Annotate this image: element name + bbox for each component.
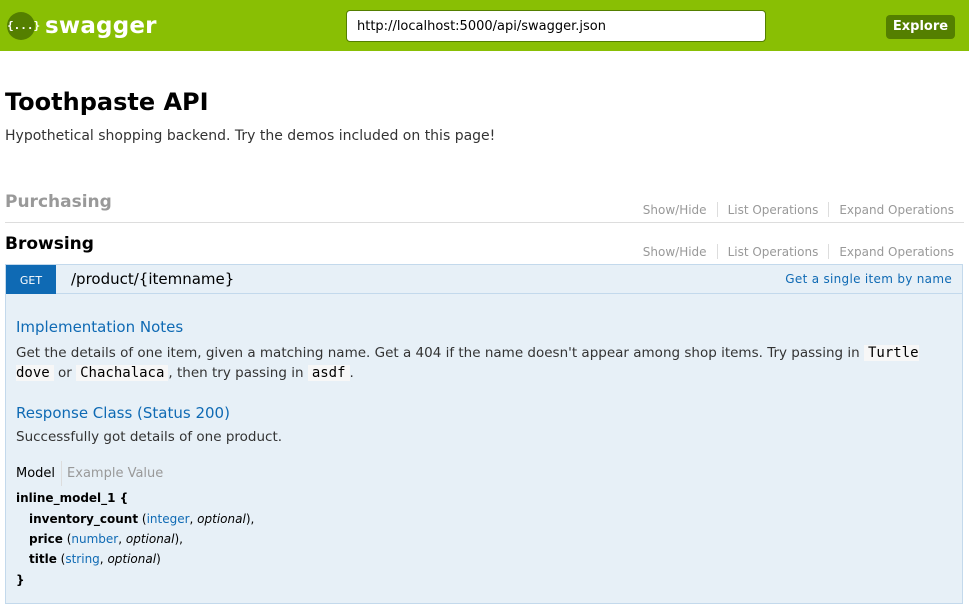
section-title[interactable]: Purchasing [5, 192, 112, 212]
top-bar: {...} swagger Explore [0, 0, 969, 51]
tab-divider [61, 461, 63, 486]
show-hide-link[interactable]: Show/Hide [643, 203, 707, 217]
api-description: Hypothetical shopping backend. Try the d… [5, 128, 496, 144]
implementation-notes-text: Get the details of one item, given a mat… [16, 345, 919, 381]
response-description: Successfully got details of one product. [16, 429, 283, 445]
section-actions: Show/Hide List Operations Expand Operati… [643, 202, 954, 217]
operation-path[interactable]: /product/{itemname} [71, 270, 234, 288]
divider [828, 202, 830, 217]
logo-text: swagger [45, 13, 157, 39]
tab-model[interactable]: Model [16, 466, 55, 481]
tab-example-value[interactable]: Example Value [67, 466, 163, 481]
model-property: inventory_count (integer, optional), [29, 512, 255, 526]
show-hide-link[interactable]: Show/Hide [643, 245, 707, 259]
explore-button[interactable]: Explore [886, 15, 955, 39]
response-class-heading: Response Class (Status 200) [16, 404, 230, 422]
api-title: Toothpaste API [5, 88, 209, 116]
implementation-notes-heading: Implementation Notes [16, 318, 184, 336]
http-method-badge[interactable]: GET [6, 265, 56, 294]
operation-get-product: GET /product/{itemname} Get a single ite… [5, 264, 963, 604]
expand-operations-link[interactable]: Expand Operations [839, 245, 954, 259]
operation-heading[interactable]: GET /product/{itemname} Get a single ite… [6, 265, 962, 294]
divider [828, 244, 830, 259]
list-operations-link[interactable]: List Operations [728, 203, 819, 217]
section-divider [5, 222, 964, 223]
divider [716, 202, 718, 217]
list-operations-link[interactable]: List Operations [728, 245, 819, 259]
model-tabs: Model Example Value [16, 461, 163, 486]
model-schema: inline_model_1 { inventory_count (intege… [16, 489, 254, 591]
code-sample: Chachalaca [76, 365, 169, 381]
model-property: title (string, optional) [29, 552, 161, 566]
section-purchasing: Purchasing Show/Hide List Operations Exp… [5, 182, 964, 222]
operation-summary[interactable]: Get a single item by name [785, 272, 952, 286]
model-close-brace: } [16, 573, 25, 587]
divider [716, 244, 718, 259]
model-name: inline_model_1 { [16, 491, 129, 505]
swagger-logo-icon: {...} [7, 12, 40, 40]
spec-url-input[interactable] [346, 10, 766, 42]
model-property: price (number, optional), [29, 532, 183, 546]
section-title[interactable]: Browsing [5, 234, 94, 254]
section-browsing: Browsing Show/Hide List Operations Expan… [5, 224, 964, 264]
expand-operations-link[interactable]: Expand Operations [839, 203, 954, 217]
section-actions: Show/Hide List Operations Expand Operati… [643, 244, 954, 259]
code-sample: asdf [307, 365, 350, 381]
swagger-logo[interactable]: {...} swagger [7, 12, 157, 40]
